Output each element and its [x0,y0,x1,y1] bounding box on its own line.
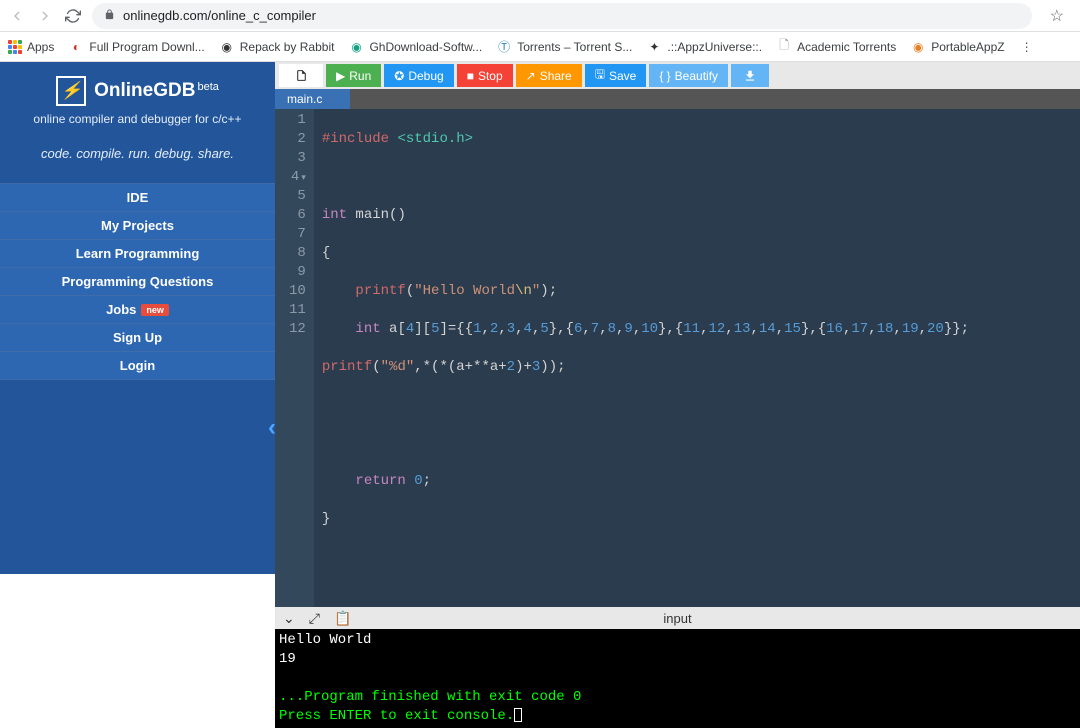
console-line: 19 [279,650,1076,669]
bookmark-icon: ◉ [219,39,235,55]
sidebar-item-learn[interactable]: Learn Programming [0,240,275,268]
sidebar-item-login[interactable]: Login [0,352,275,380]
apps-button[interactable]: Apps [8,40,54,54]
bookmark-icon: ◐ [68,39,84,55]
apps-icon [8,40,22,54]
stop-button[interactable]: ■ Stop [457,64,513,87]
console-toolbar: ⌄ ⤢ 📋 input [275,607,1080,629]
tagline-motto: code. compile. run. debug. share. [10,140,265,173]
copy-console-icon[interactable]: 📋 [334,610,351,627]
code-content[interactable]: #include <stdio.h> int main() { printf("… [314,109,977,607]
logo-text: OnlineGDB [94,80,195,101]
tagline: online compiler and debugger for c/c++ [10,112,265,126]
bookmark-icon: ✦ [646,39,662,55]
url-bar[interactable]: onlinegdb.com/online_c_compiler [92,3,1032,29]
tab-main-c[interactable]: main.c [275,89,350,109]
input-label: input [663,611,691,626]
new-file-button[interactable] [279,64,323,87]
share-button[interactable]: ↗ Share [516,64,582,87]
console-line: Press ENTER to exit console. [279,708,514,724]
bookmark-item[interactable]: ⋮ [1019,39,1035,55]
back-button[interactable] [8,7,26,25]
url-text: onlinegdb.com/online_c_compiler [123,8,316,23]
console-line: ...Program finished with exit code 0 [279,688,1076,707]
bookmark-item[interactable]: ◉GhDownload-Softw... [348,39,482,55]
sidebar-item-jobs[interactable]: Jobsnew [0,296,275,324]
collapse-console-icon[interactable]: ⌄ [283,610,295,627]
bookmark-icon: Ⓣ [496,39,512,55]
bookmark-item[interactable]: 🗋Academic Torrents [776,39,896,55]
sidebar-item-questions[interactable]: Programming Questions [0,268,275,296]
tab-bar: main.c [275,89,1080,109]
sidebar: ⚡ OnlineGDBbeta online compiler and debu… [0,62,275,574]
reload-button[interactable] [64,7,82,25]
sidebar-item-ide[interactable]: IDE [0,184,275,212]
console-output[interactable]: Hello World 19 ...Program finished with … [275,629,1080,728]
bookmark-icon: ◉ [348,39,364,55]
gutter: 1 2 3 4 5 6 7 8 9 10 11 12 [275,109,314,607]
bookmark-item[interactable]: ◉Repack by Rabbit [219,39,335,55]
save-button[interactable]: 🖫 Save [585,64,647,87]
toolbar: ▶ Run ✪ Debug ■ Stop ↗ Share 🖫 Save { } … [275,62,1080,89]
download-button[interactable] [731,64,769,87]
run-button[interactable]: ▶ Run [326,64,381,87]
expand-console-icon[interactable]: ⤢ [309,610,320,627]
bookmark-item[interactable]: ◐Full Program Downl... [68,39,204,55]
bookmark-star-icon[interactable]: ☆ [1042,6,1072,26]
logo-icon: ⚡ [56,76,86,106]
console-line: Hello World [279,631,1076,650]
bookmark-icon: 🗋 [776,39,792,55]
bookmark-item[interactable]: ◉PortableAppZ [910,39,1004,55]
beautify-button[interactable]: { } Beautify [649,64,728,87]
lock-icon [104,9,115,23]
forward-button[interactable] [36,7,54,25]
bookmark-icon: ◉ [910,39,926,55]
bookmark-item[interactable]: ✦.::AppzUniverse::. [646,39,762,55]
debug-button[interactable]: ✪ Debug [384,64,453,87]
collapse-sidebar-button[interactable]: ‹ [268,414,276,442]
bookmarks-bar: Apps ◐Full Program Downl... ◉Repack by R… [0,32,1080,62]
sidebar-item-projects[interactable]: My Projects [0,212,275,240]
sidebar-item-signup[interactable]: Sign Up [0,324,275,352]
cursor-icon [514,708,522,722]
bookmark-item[interactable]: ⓉTorrents – Torrent S... [496,39,632,55]
code-editor[interactable]: 1 2 3 4 5 6 7 8 9 10 11 12 #include <std… [275,109,1080,607]
bookmark-icon: ⋮ [1019,39,1035,55]
